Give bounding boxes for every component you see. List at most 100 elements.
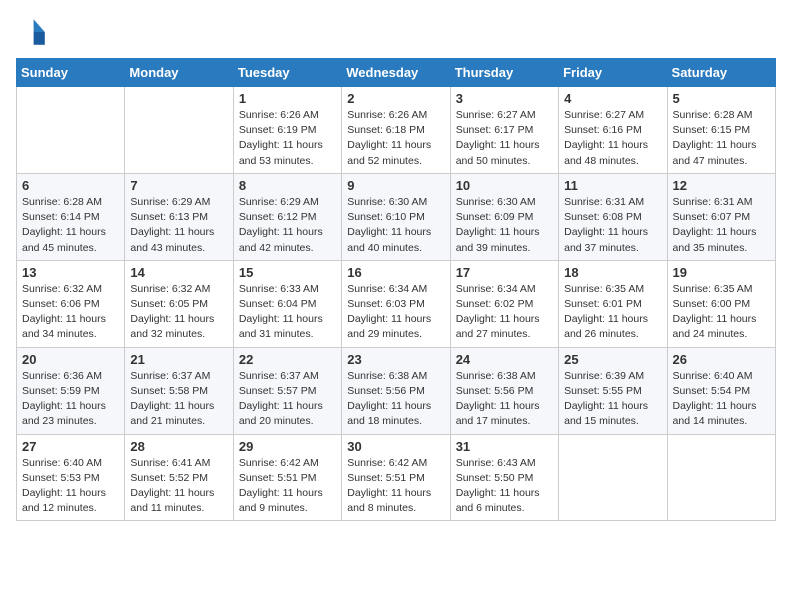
day-number: 26 (673, 352, 770, 367)
day-number: 6 (22, 178, 119, 193)
day-detail: Sunrise: 6:28 AMSunset: 6:14 PMDaylight:… (22, 195, 119, 256)
day-detail: Sunrise: 6:39 AMSunset: 5:55 PMDaylight:… (564, 369, 661, 430)
calendar-cell: 7Sunrise: 6:29 AMSunset: 6:13 PMDaylight… (125, 173, 233, 260)
calendar-cell: 3 Sunrise: 6:27 AMSunset: 6:17 PMDaylight… (450, 87, 558, 174)
calendar-day-header: Wednesday (342, 59, 450, 87)
logo (16, 16, 52, 48)
calendar-day-header: Tuesday (233, 59, 341, 87)
calendar-cell: 5 Sunrise: 6:28 AMSunset: 6:15 PMDaylight… (667, 87, 775, 174)
calendar-cell: 11 Sunrise: 6:31 AMSunset: 6:08 PMDayligh… (559, 173, 667, 260)
day-number: 30 (347, 439, 444, 454)
day-number: 16 (347, 265, 444, 280)
day-detail: Sunrise: 6:34 AMSunset: 6:02 PMDaylight:… (456, 282, 553, 343)
day-detail: Sunrise: 6:34 AMSunset: 6:03 PMDaylight:… (347, 282, 444, 343)
page-header (16, 16, 776, 48)
day-number: 13 (22, 265, 119, 280)
calendar-cell: 29 Sunrise: 6:42 AMSunset: 5:51 PMDayligh… (233, 434, 341, 521)
day-detail: Sunrise: 6:40 AMSunset: 5:54 PMDaylight:… (673, 369, 770, 430)
day-number: 19 (673, 265, 770, 280)
calendar-cell (559, 434, 667, 521)
calendar-cell: 22 Sunrise: 6:37 AMSunset: 5:57 PMDayligh… (233, 347, 341, 434)
day-detail: Sunrise: 6:35 AMSunset: 6:00 PMDaylight:… (673, 282, 770, 343)
day-number: 21 (130, 352, 227, 367)
calendar-cell (667, 434, 775, 521)
day-number: 24 (456, 352, 553, 367)
day-detail: Sunrise: 6:32 AMSunset: 6:05 PMDaylight:… (130, 282, 227, 343)
day-detail: Sunrise: 6:38 AMSunset: 5:56 PMDaylight:… (347, 369, 444, 430)
day-number: 1 (239, 91, 336, 106)
day-number: 10 (456, 178, 553, 193)
day-detail: Sunrise: 6:26 AMSunset: 6:18 PMDaylight:… (347, 108, 444, 169)
calendar-cell: 23 Sunrise: 6:38 AMSunset: 5:56 PMDayligh… (342, 347, 450, 434)
day-number: 12 (673, 178, 770, 193)
day-detail: Sunrise: 6:43 AMSunset: 5:50 PMDaylight:… (456, 456, 553, 517)
day-number: 22 (239, 352, 336, 367)
calendar-cell: 15Sunrise: 6:33 AMSunset: 6:04 PMDayligh… (233, 260, 341, 347)
day-detail: Sunrise: 6:37 AMSunset: 5:58 PMDaylight:… (130, 369, 227, 430)
calendar-week-row: 6 Sunrise: 6:28 AMSunset: 6:14 PMDaylight… (17, 173, 776, 260)
day-detail: Sunrise: 6:27 AMSunset: 6:16 PMDaylight:… (564, 108, 661, 169)
calendar-cell: 19 Sunrise: 6:35 AMSunset: 6:00 PMDayligh… (667, 260, 775, 347)
day-number: 2 (347, 91, 444, 106)
calendar-cell: 18Sunrise: 6:35 AMSunset: 6:01 PMDayligh… (559, 260, 667, 347)
calendar-week-row: 13 Sunrise: 6:32 AMSunset: 6:06 PMDayligh… (17, 260, 776, 347)
day-detail: Sunrise: 6:38 AMSunset: 5:56 PMDaylight:… (456, 369, 553, 430)
calendar-day-header: Sunday (17, 59, 125, 87)
day-detail: Sunrise: 6:37 AMSunset: 5:57 PMDaylight:… (239, 369, 336, 430)
day-number: 27 (22, 439, 119, 454)
calendar-cell: 1 Sunrise: 6:26 AMSunset: 6:19 PMDaylight… (233, 87, 341, 174)
calendar-cell: 2 Sunrise: 6:26 AMSunset: 6:18 PMDaylight… (342, 87, 450, 174)
day-number: 31 (456, 439, 553, 454)
calendar-cell: 20 Sunrise: 6:36 AMSunset: 5:59 PMDayligh… (17, 347, 125, 434)
day-number: 28 (130, 439, 227, 454)
calendar-cell (17, 87, 125, 174)
day-number: 5 (673, 91, 770, 106)
day-number: 11 (564, 178, 661, 193)
calendar-cell: 31 Sunrise: 6:43 AMSunset: 5:50 PMDayligh… (450, 434, 558, 521)
day-detail: Sunrise: 6:41 AMSunset: 5:52 PMDaylight:… (130, 456, 227, 517)
calendar-cell: 16 Sunrise: 6:34 AMSunset: 6:03 PMDayligh… (342, 260, 450, 347)
calendar-cell: 9 Sunrise: 6:30 AMSunset: 6:10 PMDaylight… (342, 173, 450, 260)
day-detail: Sunrise: 6:36 AMSunset: 5:59 PMDaylight:… (22, 369, 119, 430)
day-number: 29 (239, 439, 336, 454)
day-detail: Sunrise: 6:30 AMSunset: 6:10 PMDaylight:… (347, 195, 444, 256)
day-number: 4 (564, 91, 661, 106)
calendar-cell (125, 87, 233, 174)
calendar-cell: 30 Sunrise: 6:42 AMSunset: 5:51 PMDayligh… (342, 434, 450, 521)
day-detail: Sunrise: 6:40 AMSunset: 5:53 PMDaylight:… (22, 456, 119, 517)
day-number: 3 (456, 91, 553, 106)
calendar-table: SundayMondayTuesdayWednesdayThursdayFrid… (16, 58, 776, 521)
day-detail: Sunrise: 6:28 AMSunset: 6:15 PMDaylight:… (673, 108, 770, 169)
calendar-cell: 28 Sunrise: 6:41 AMSunset: 5:52 PMDayligh… (125, 434, 233, 521)
day-detail: Sunrise: 6:29 AMSunset: 6:12 PMDaylight:… (239, 195, 336, 256)
calendar-cell: 6 Sunrise: 6:28 AMSunset: 6:14 PMDaylight… (17, 173, 125, 260)
day-detail: Sunrise: 6:32 AMSunset: 6:06 PMDaylight:… (22, 282, 119, 343)
day-number: 25 (564, 352, 661, 367)
day-detail: Sunrise: 6:27 AMSunset: 6:17 PMDaylight:… (456, 108, 553, 169)
day-number: 20 (22, 352, 119, 367)
calendar-day-header: Saturday (667, 59, 775, 87)
logo-icon (16, 16, 48, 48)
day-number: 17 (456, 265, 553, 280)
day-detail: Sunrise: 6:26 AMSunset: 6:19 PMDaylight:… (239, 108, 336, 169)
calendar-cell: 26 Sunrise: 6:40 AMSunset: 5:54 PMDayligh… (667, 347, 775, 434)
calendar-cell: 17 Sunrise: 6:34 AMSunset: 6:02 PMDayligh… (450, 260, 558, 347)
day-detail: Sunrise: 6:33 AMSunset: 6:04 PMDaylight:… (239, 282, 336, 343)
calendar-cell: 25 Sunrise: 6:39 AMSunset: 5:55 PMDayligh… (559, 347, 667, 434)
day-number: 18 (564, 265, 661, 280)
day-detail: Sunrise: 6:31 AMSunset: 6:08 PMDaylight:… (564, 195, 661, 256)
day-detail: Sunrise: 6:31 AMSunset: 6:07 PMDaylight:… (673, 195, 770, 256)
day-number: 23 (347, 352, 444, 367)
calendar-day-header: Friday (559, 59, 667, 87)
calendar-cell: 14 Sunrise: 6:32 AMSunset: 6:05 PMDayligh… (125, 260, 233, 347)
calendar-cell: 27 Sunrise: 6:40 AMSunset: 5:53 PMDayligh… (17, 434, 125, 521)
day-number: 14 (130, 265, 227, 280)
day-number: 8 (239, 178, 336, 193)
day-number: 9 (347, 178, 444, 193)
day-detail: Sunrise: 6:42 AMSunset: 5:51 PMDaylight:… (239, 456, 336, 517)
calendar-cell: 8 Sunrise: 6:29 AMSunset: 6:12 PMDaylight… (233, 173, 341, 260)
calendar-header-row: SundayMondayTuesdayWednesdayThursdayFrid… (17, 59, 776, 87)
day-detail: Sunrise: 6:42 AMSunset: 5:51 PMDaylight:… (347, 456, 444, 517)
calendar-cell: 13 Sunrise: 6:32 AMSunset: 6:06 PMDayligh… (17, 260, 125, 347)
calendar-week-row: 27 Sunrise: 6:40 AMSunset: 5:53 PMDayligh… (17, 434, 776, 521)
